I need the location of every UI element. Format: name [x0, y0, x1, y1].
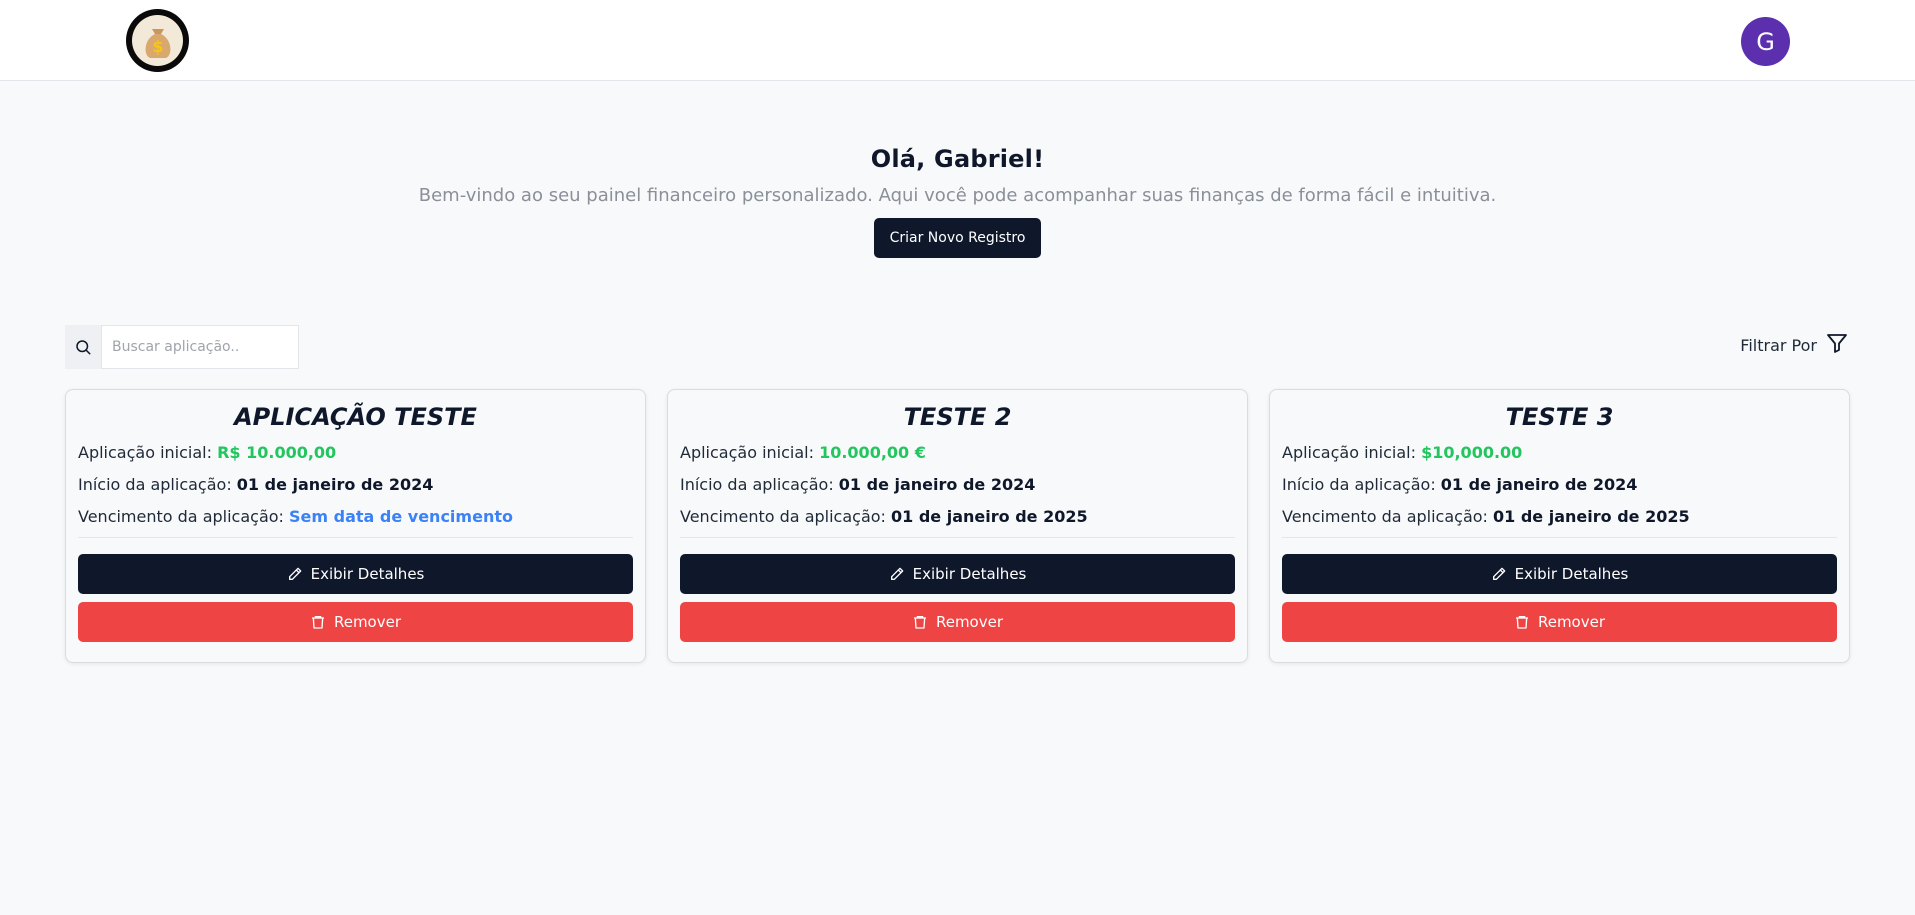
details-button-label: Exibir Detalhes [912, 565, 1027, 583]
pencil-icon [1491, 566, 1507, 582]
initial-amount-label: Aplicação inicial: [1282, 443, 1422, 462]
list-toolbar: Filtrar Por [65, 325, 1849, 369]
remove-button[interactable]: Remover [680, 602, 1235, 642]
app-logo[interactable]: $ [126, 9, 189, 72]
details-button-label: Exibir Detalhes [310, 565, 425, 583]
details-button-label: Exibir Detalhes [1514, 565, 1629, 583]
top-bar: $ G [0, 0, 1915, 81]
initial-amount-value: 10.000,00 € [819, 443, 926, 462]
filter-button[interactable]: Filtrar Por [1740, 331, 1849, 359]
card-divider [78, 537, 633, 538]
svg-text:$: $ [152, 37, 163, 56]
card-title: TESTE 3 [1505, 403, 1614, 431]
remove-button[interactable]: Remover [1282, 602, 1837, 642]
maturity-date-value: 01 de janeiro de 2025 [891, 507, 1088, 526]
maturity-date-row: Vencimento da aplicação: Sem data de ven… [78, 506, 633, 528]
trash-icon [1514, 614, 1530, 630]
initial-amount-row: Aplicação inicial: R$ 10.000,00 [78, 442, 633, 464]
welcome-section: Olá, Gabriel! Bem-vindo ao seu painel fi… [0, 81, 1915, 258]
initial-amount-value: $10,000.00 [1421, 443, 1523, 462]
pencil-icon [287, 566, 303, 582]
start-date-row: Início da aplicação: 01 de janeiro de 20… [1282, 474, 1837, 496]
remove-button-label: Remover [935, 613, 1004, 631]
initial-amount-value: R$ 10.000,00 [217, 443, 337, 462]
maturity-date-row: Vencimento da aplicação: 01 de janeiro d… [1282, 506, 1837, 528]
maturity-date-value: Sem data de vencimento [289, 507, 513, 526]
investment-card: APLICAÇÃO TESTE Aplicação inicial: R$ 10… [65, 389, 646, 663]
filter-label: Filtrar Por [1740, 335, 1817, 355]
remove-button[interactable]: Remover [78, 602, 633, 642]
pencil-icon [889, 566, 905, 582]
maturity-date-row: Vencimento da aplicação: 01 de janeiro d… [680, 506, 1235, 528]
remove-button-label: Remover [1537, 613, 1606, 631]
start-date-label: Início da aplicação: [680, 475, 839, 494]
maturity-date-value: 01 de janeiro de 2025 [1493, 507, 1690, 526]
details-button[interactable]: Exibir Detalhes [78, 554, 633, 594]
search-box [65, 325, 299, 369]
money-bag-icon: $ [132, 15, 183, 66]
start-date-value: 01 de janeiro de 2024 [838, 475, 1036, 494]
filter-icon [1825, 331, 1849, 359]
initial-amount-row: Aplicação inicial: $10,000.00 [1282, 442, 1837, 464]
search-input[interactable] [101, 325, 299, 369]
start-date-row: Início da aplicação: 01 de janeiro de 20… [78, 474, 633, 496]
start-date-label: Início da aplicação: [1282, 475, 1441, 494]
user-avatar[interactable]: G [1741, 17, 1790, 66]
welcome-subtitle: Bem-vindo ao seu painel financeiro perso… [418, 185, 1497, 206]
investment-cards: APLICAÇÃO TESTE Aplicação inicial: R$ 10… [65, 389, 1850, 663]
details-button[interactable]: Exibir Detalhes [680, 554, 1235, 594]
card-title: TESTE 2 [903, 403, 1012, 431]
greeting-title: Olá, Gabriel! [870, 145, 1045, 173]
create-record-button[interactable]: Criar Novo Registro [873, 218, 1042, 258]
start-date-row: Início da aplicação: 01 de janeiro de 20… [680, 474, 1235, 496]
maturity-date-label: Vencimento da aplicação: [1282, 507, 1494, 526]
initial-amount-row: Aplicação inicial: 10.000,00 € [680, 442, 1235, 464]
initial-amount-label: Aplicação inicial: [78, 443, 218, 462]
card-title: APLICAÇÃO TESTE [234, 403, 477, 431]
details-button[interactable]: Exibir Detalhes [1282, 554, 1837, 594]
start-date-label: Início da aplicação: [78, 475, 237, 494]
maturity-date-label: Vencimento da aplicação: [680, 507, 892, 526]
initial-amount-label: Aplicação inicial: [680, 443, 820, 462]
card-divider [1282, 537, 1837, 538]
maturity-date-label: Vencimento da aplicação: [78, 507, 290, 526]
trash-icon [912, 614, 928, 630]
start-date-value: 01 de janeiro de 2024 [1440, 475, 1638, 494]
investment-card: TESTE 3 Aplicação inicial: $10,000.00 In… [1269, 389, 1850, 663]
remove-button-label: Remover [333, 613, 402, 631]
search-icon[interactable] [65, 325, 101, 369]
card-divider [680, 537, 1235, 538]
investment-card: TESTE 2 Aplicação inicial: 10.000,00 € I… [667, 389, 1248, 663]
trash-icon [310, 614, 326, 630]
start-date-value: 01 de janeiro de 2024 [236, 475, 434, 494]
